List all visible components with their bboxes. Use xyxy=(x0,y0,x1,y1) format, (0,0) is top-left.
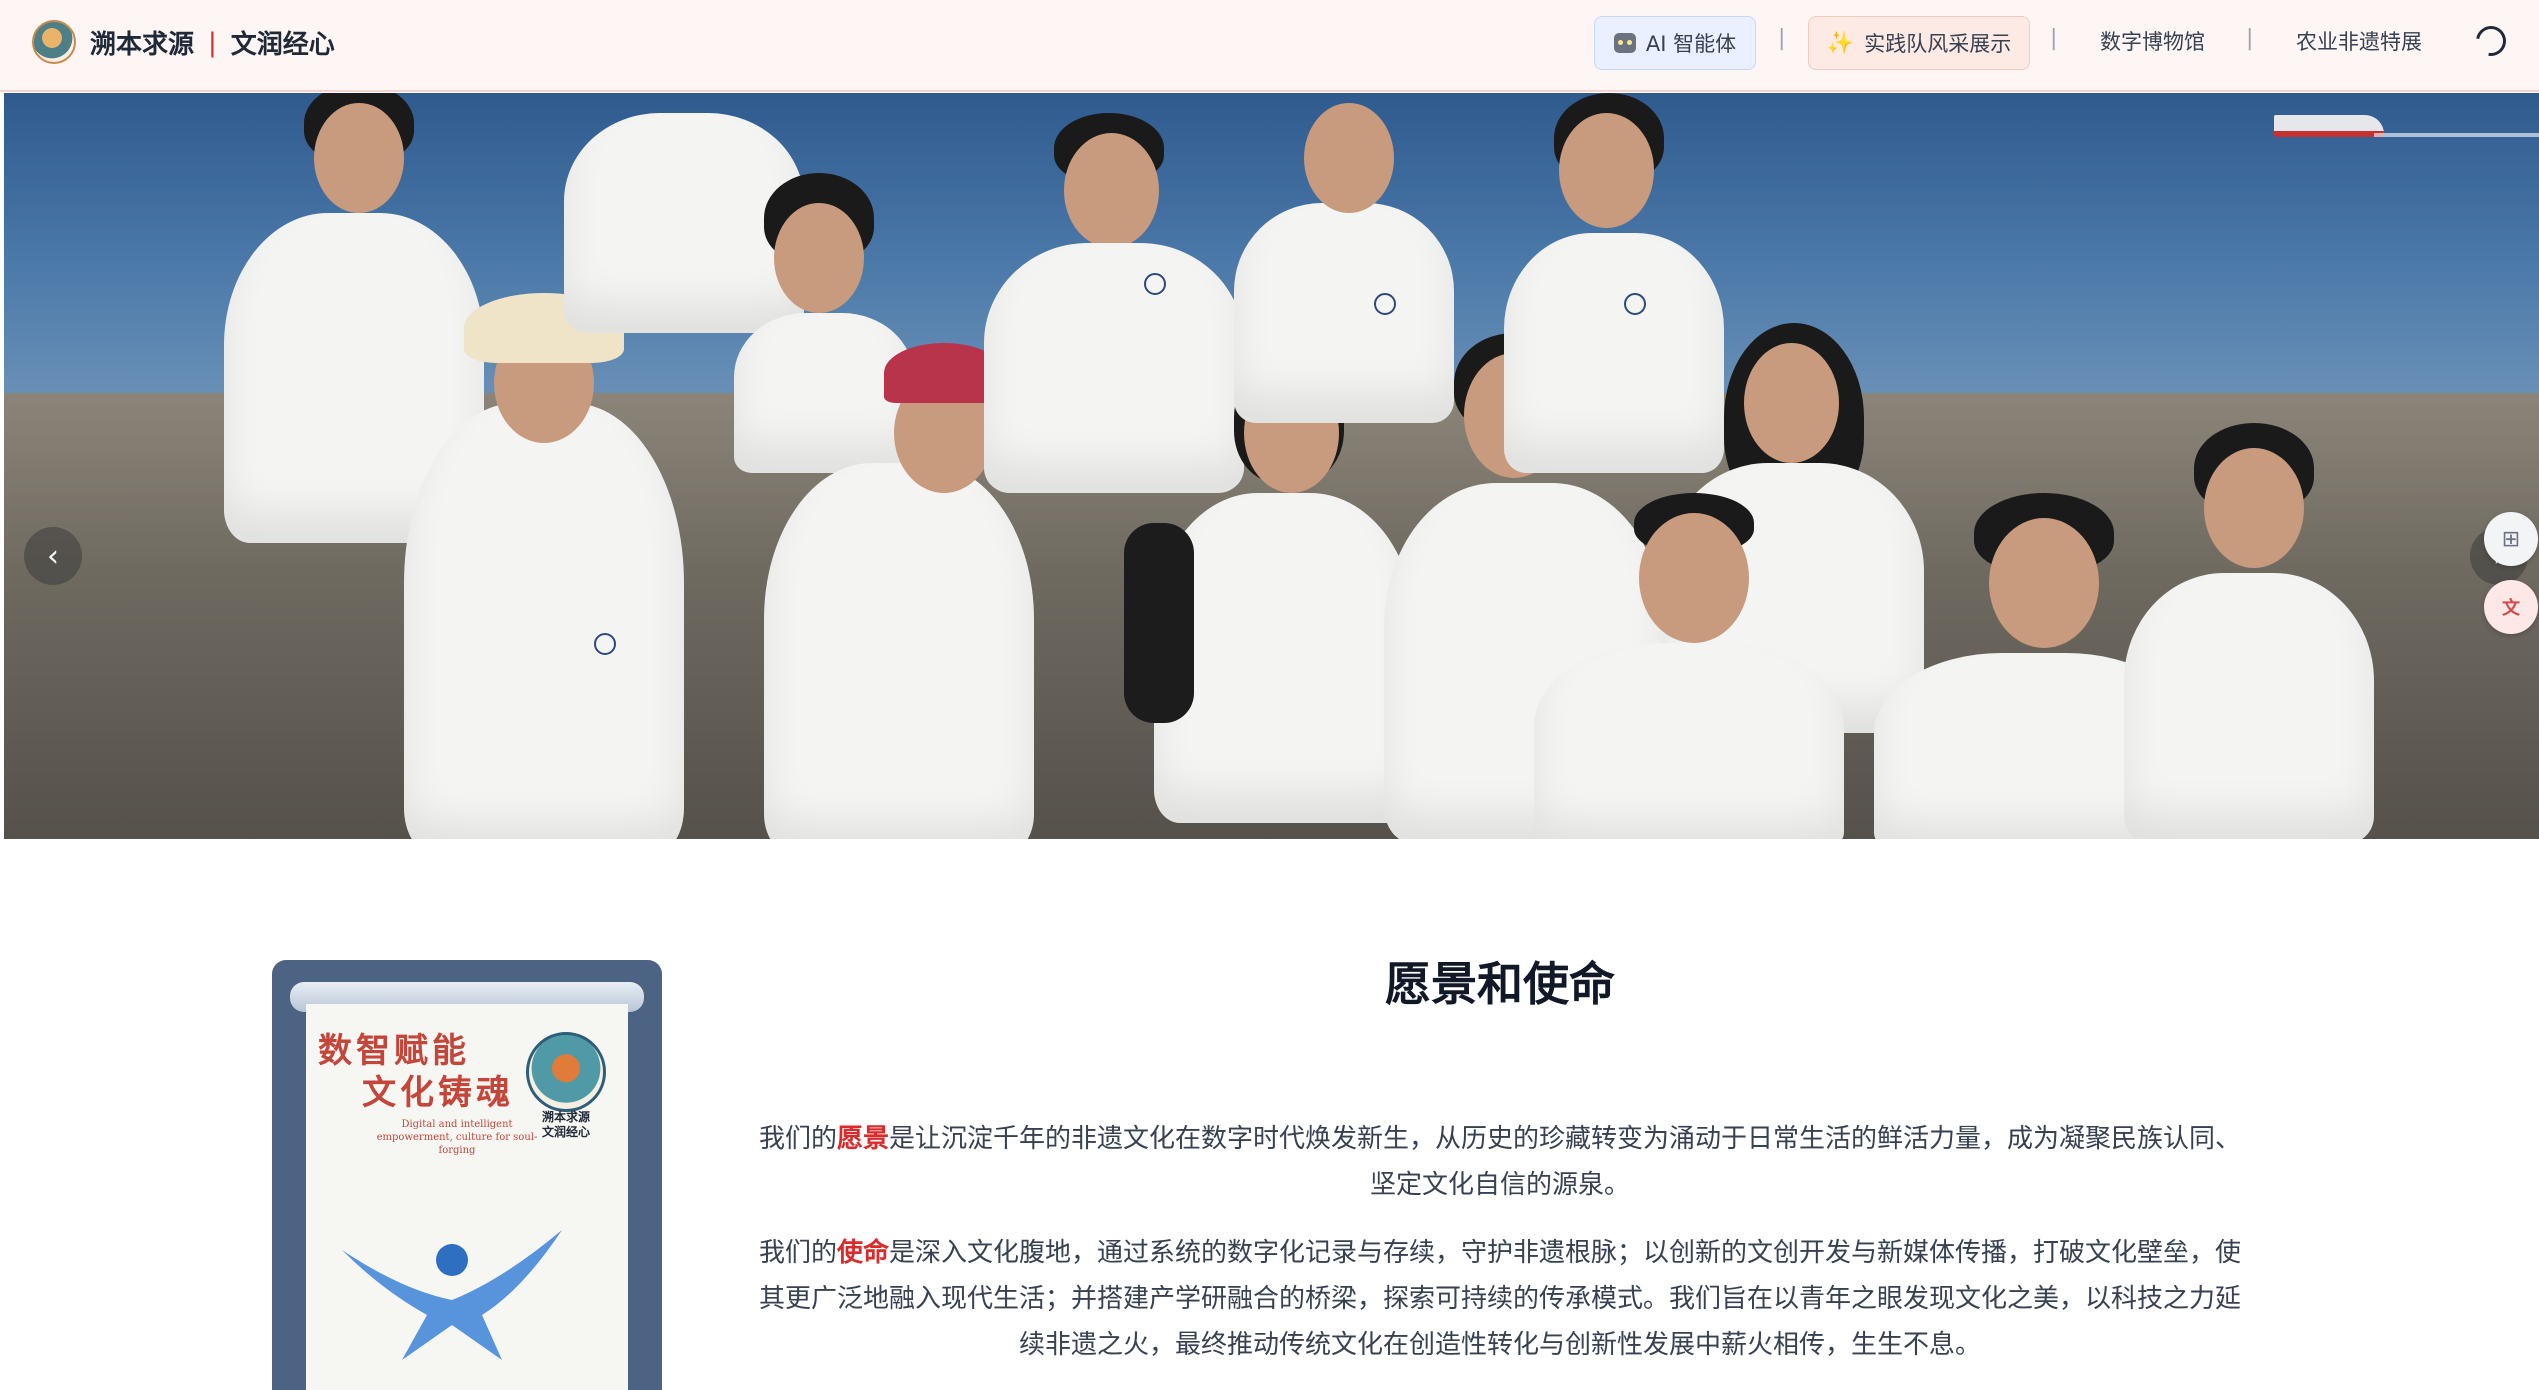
poster-title: 数智赋能 文化铸魂 xyxy=(318,1030,514,1114)
nav-divider: | xyxy=(2050,26,2058,51)
translate-tool-button[interactable]: 文 xyxy=(2484,580,2538,634)
nav-digital-museum-link[interactable]: 数字博物馆 xyxy=(2100,26,2205,56)
dark-mode-toggle-icon[interactable] xyxy=(2470,20,2512,62)
mission-p2-after: 是深入文化腹地，通过系统的数字化记录与存续，守护非遗根脉；以创新的文创开发与新媒… xyxy=(758,1238,2242,1360)
brand-separator: | xyxy=(208,27,217,58)
vision-p1-before: 我们的 xyxy=(758,1124,837,1154)
robot-icon xyxy=(1613,33,1636,53)
nav-divider: | xyxy=(2246,26,2254,51)
brand-name-right: 文润经心 xyxy=(230,30,335,60)
site-brand[interactable]: 溯本求源 | 文润经心 xyxy=(90,24,335,61)
brand-name-left: 溯本求源 xyxy=(90,30,195,60)
carousel-photo-wake xyxy=(2374,133,2539,137)
nav-team-showcase-button[interactable]: ✨ 实践队风采展示 xyxy=(1808,16,2030,70)
vision-section-title: 愿景和使命 xyxy=(1385,957,1615,1011)
nav-ai-agent-button[interactable]: AI 智能体 xyxy=(1594,16,1756,70)
mission-paragraph: 我们的使命是深入文化腹地，通过系统的数字化记录与存续，守护非遗根脉；以创新的文创… xyxy=(752,1230,2248,1368)
chevron-left-icon: ‹ xyxy=(47,538,59,574)
qr-code-tool-button[interactable]: ⊞ xyxy=(2484,512,2538,566)
grid-icon: ⊞ xyxy=(2501,526,2521,552)
top-navbar: 溯本求源 | 文润经心 AI 智能体 | ✨ 实践队风采展示 | 数字博物馆 |… xyxy=(0,0,2539,92)
poster-title-line1: 数智赋能 xyxy=(318,1031,470,1071)
mission-highlight: 使命 xyxy=(836,1238,889,1268)
sparkle-icon: ✨ xyxy=(1826,30,1855,56)
nav-divider: | xyxy=(1778,26,1786,51)
poster-brand-line1: 溯本求源 xyxy=(541,1110,590,1124)
poster-title-line2: 文化铸魂 xyxy=(362,1073,514,1113)
nav-agri-heritage-link[interactable]: 农业非遗特展 xyxy=(2296,26,2422,56)
vision-p1-after: 是让沉淀千年的非遗文化在数字时代焕发新生，从历史的珍藏转变为涌动于日常生活的鲜活… xyxy=(889,1124,2242,1200)
mission-p2-before: 我们的 xyxy=(758,1238,837,1268)
site-logo[interactable] xyxy=(32,20,76,64)
photo-person xyxy=(2104,423,2404,839)
vision-poster-image: 数智赋能 文化铸魂 Digital and intelligent empowe… xyxy=(272,960,662,1390)
photo-person xyxy=(344,253,724,839)
translate-icon: 文 xyxy=(2502,598,2520,619)
vision-highlight: 愿景 xyxy=(836,1124,889,1154)
nav-ai-agent-label: AI 智能体 xyxy=(1645,32,1737,56)
carousel-prev-button[interactable]: ‹ xyxy=(24,527,82,585)
poster-brand-line2: 文润经心 xyxy=(541,1125,590,1139)
poster-seal-logo xyxy=(526,1032,606,1112)
carousel-photo-boat xyxy=(2274,115,2384,137)
nav-team-showcase-label: 实践队风采展示 xyxy=(1864,32,2012,56)
vision-paragraph: 我们的愿景是让沉淀千年的非遗文化在数字时代焕发新生，从历史的珍藏转变为涌动于日常… xyxy=(752,1116,2248,1208)
poster-swallow-illustration xyxy=(342,1230,562,1360)
hero-carousel: ‹ › xyxy=(4,93,2539,839)
poster-brand: 溯本求源 文润经心 xyxy=(516,1110,616,1140)
photo-person xyxy=(1514,493,1854,839)
